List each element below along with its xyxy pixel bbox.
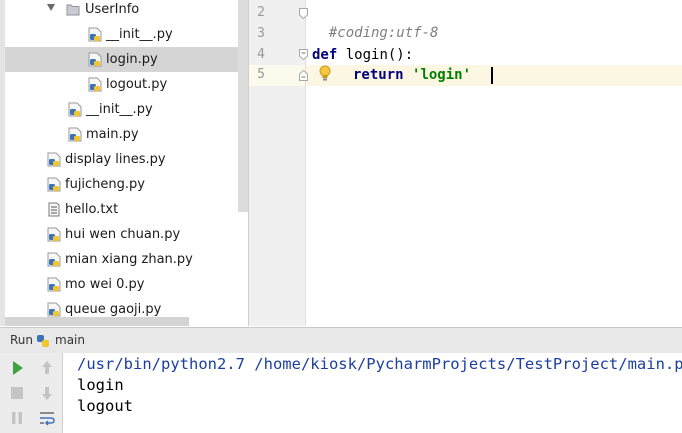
tree-item-userinfo-init[interactable]: __init__.py [5, 22, 248, 47]
tree-item-label: hui wen chuan.py [65, 227, 181, 242]
project-tree: UserInfo __init__.py login.py logout.py … [0, 0, 248, 326]
tree-item-hui-wen-chuan[interactable]: hui wen chuan.py [5, 222, 248, 247]
tree-item-fujicheng[interactable]: fujicheng.py [5, 172, 248, 197]
code-keyword: return [353, 67, 404, 83]
line-number: 5 [257, 67, 265, 82]
python-file-icon [88, 77, 102, 92]
run-panel-header: Run main [0, 327, 682, 354]
tree-item-label: UserInfo [85, 2, 140, 17]
tree-item-label: display lines.py [65, 152, 166, 167]
code-line-2[interactable]: #coding:utf-8 [312, 3, 439, 41]
console-output-line: logout [77, 397, 133, 415]
code-line-5[interactable]: return 'login' [353, 65, 471, 85]
tree-horizontal-scrollbar[interactable] [5, 317, 189, 326]
python-file-icon [47, 177, 61, 192]
code-text: login(): [337, 47, 414, 63]
console-output-line: login [77, 376, 124, 394]
fold-marker-icon[interactable] [299, 49, 308, 60]
run-panel-title[interactable]: Run [10, 333, 33, 347]
tree-item-login-py[interactable]: login.py [5, 47, 248, 72]
pause-icon[interactable] [6, 407, 28, 429]
code-keyword: def [312, 47, 338, 63]
code-comment: #coding:utf-8 [328, 25, 439, 41]
console-command-line: /usr/bin/python2.7 /home/kiosk/PycharmPr… [77, 355, 682, 373]
python-file-icon [47, 252, 61, 267]
tree-item-hello-txt[interactable]: hello.txt [5, 197, 248, 222]
scroll-down-icon[interactable] [36, 382, 58, 404]
tree-item-label: mo wei 0.py [65, 277, 145, 292]
tree-item-label: __init__.py [106, 27, 173, 42]
rerun-icon[interactable] [6, 357, 28, 379]
python-file-icon [47, 302, 61, 317]
line-number: 4 [257, 47, 265, 62]
run-toolbar [0, 353, 63, 433]
tree-item-label: mian xiang zhan.py [65, 252, 193, 267]
code-string: 'login' [412, 67, 472, 83]
expand-arrow-icon[interactable] [47, 4, 55, 11]
stop-icon[interactable] [6, 382, 28, 404]
tree-item-label: main.py [86, 127, 139, 142]
tree-item-mian-xiang-zhan[interactable]: mian xiang zhan.py [5, 247, 248, 272]
python-file-icon [47, 277, 61, 292]
tree-item-label: hello.txt [65, 202, 119, 217]
soft-wrap-icon[interactable] [36, 407, 58, 429]
intention-lightbulb-icon[interactable] [318, 65, 332, 83]
tree-item-main-py[interactable]: main.py [5, 122, 248, 147]
code-line-4[interactable]: def login(): [312, 45, 413, 65]
python-config-icon [37, 335, 49, 347]
text-caret [491, 67, 493, 84]
tree-item-label: logout.py [106, 77, 168, 92]
python-file-icon [68, 127, 82, 142]
tree-item-userinfo-folder[interactable]: UserInfo [5, 0, 248, 22]
tree-item-label: fujicheng.py [65, 177, 145, 192]
scroll-up-icon[interactable] [36, 357, 58, 379]
fold-end-marker-icon[interactable] [299, 70, 308, 81]
fold-marker-icon[interactable] [299, 8, 308, 19]
tree-vertical-scrollbar[interactable] [238, 0, 248, 212]
tree-item-label: queue gaoji.py [65, 302, 162, 317]
text-file-icon [48, 202, 60, 217]
tree-item-mo-wei-0[interactable]: mo wei 0.py [5, 272, 248, 297]
tree-item-logout-py[interactable]: logout.py [5, 72, 248, 97]
run-config-tab[interactable]: main [55, 333, 85, 347]
python-file-icon [68, 102, 82, 117]
line-number: 3 [257, 26, 265, 41]
line-number: 2 [257, 5, 265, 20]
tree-item-display-lines[interactable]: display lines.py [5, 147, 248, 172]
tree-item-label: __init__.py [86, 102, 153, 117]
tree-item-init-py[interactable]: __init__.py [5, 97, 248, 122]
python-file-icon [88, 52, 102, 67]
tree-item-label: login.py [106, 52, 158, 67]
python-file-icon [88, 27, 102, 42]
python-file-icon [47, 227, 61, 242]
folder-icon [66, 4, 80, 16]
python-file-icon [47, 152, 61, 167]
console-output[interactable]: /usr/bin/python2.7 /home/kiosk/PycharmPr… [63, 353, 682, 433]
